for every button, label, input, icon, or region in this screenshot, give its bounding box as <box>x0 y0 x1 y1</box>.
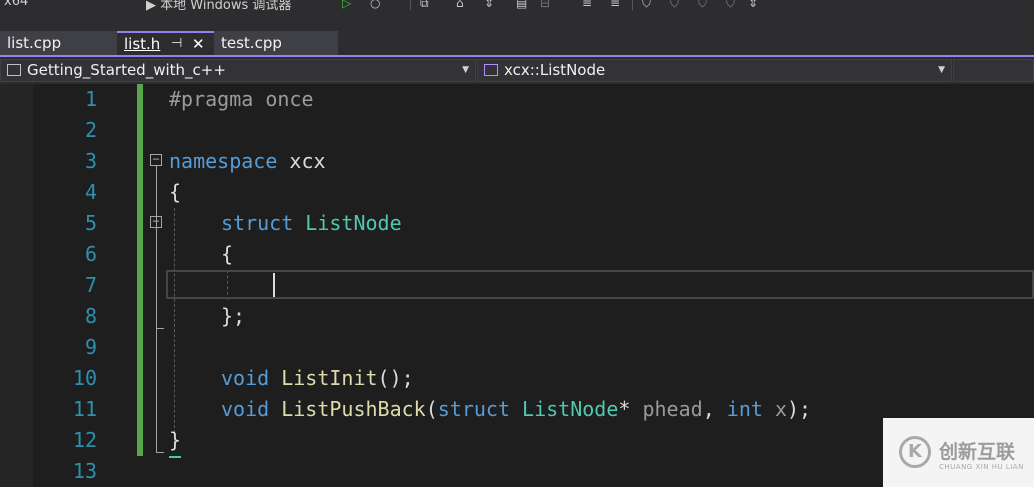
line-number: 11 <box>72 397 97 421</box>
preprocessor-directive: #pragma once <box>169 87 314 111</box>
watermark-text: 创新互联 <box>939 441 1016 463</box>
keyword: struct <box>221 211 294 235</box>
tab-label: list.h <box>124 35 161 53</box>
indent-icon[interactable]: ≡ <box>582 0 592 10</box>
line-number: 6 <box>84 242 97 266</box>
identifier: xcx <box>277 149 326 173</box>
line-number: 8 <box>84 304 97 328</box>
code-line-6[interactable]: 6 { <box>0 239 1034 270</box>
line-content: } <box>169 428 182 452</box>
toolbar-separator <box>410 0 411 10</box>
tab-test-cpp[interactable]: test.cpp <box>214 31 338 55</box>
watermark-logo-icon: K <box>899 436 931 468</box>
line-number: 7 <box>84 273 97 297</box>
code-line-4[interactable]: 4 { <box>0 177 1034 208</box>
keyword: void <box>221 366 270 390</box>
tab-label: list.cpp <box>7 34 62 52</box>
line-content: { <box>221 242 234 266</box>
code-editor[interactable]: − − 1 #pragma once 2 3 namespace xcx 4 {… <box>0 84 1034 487</box>
code-line-12[interactable]: 12 } <box>0 425 1034 456</box>
punctuation: (); <box>377 366 414 390</box>
code-line-11[interactable]: 11 void ListPushBack(struct ListNode* ph… <box>0 394 1034 425</box>
tab-list-cpp[interactable]: list.cpp <box>0 31 117 55</box>
line-number: 12 <box>72 428 97 452</box>
run-debugger-button[interactable]: ▶ 本地 Windows 调试器 <box>146 0 291 12</box>
line-content: void ListPushBack(struct ListNode* phead… <box>221 394 811 425</box>
line-content: { <box>169 180 182 204</box>
class-icon <box>484 64 498 76</box>
line-number: 10 <box>72 366 97 390</box>
keyword: void <box>221 397 270 421</box>
code-line-10[interactable]: 10 void ListInit(); <box>0 363 1034 394</box>
project-dropdown[interactable]: Getting_Started_with_c++ ▼ <box>0 59 476 82</box>
type-name: ListNode <box>510 397 619 421</box>
tab-list-h[interactable]: list.h ⊣ ✕ <box>117 31 214 55</box>
bookmark-clear-icon[interactable]: ⛉ <box>726 0 735 11</box>
code-line-2[interactable]: 2 <box>0 115 1034 146</box>
outdent-icon[interactable]: ≡ <box>610 0 620 10</box>
line-content: void ListInit(); <box>221 363 414 394</box>
document-tab-strip: list.cpp list.h ⊣ ✕ test.cpp <box>0 12 1034 56</box>
punctuation: ( <box>425 397 438 421</box>
keyword: int <box>726 397 763 421</box>
watermark: K 创新互联 CHUANG XIN HU LIAN <box>883 418 1034 487</box>
member-dropdown[interactable] <box>953 59 1034 82</box>
code-line-13[interactable]: 13 <box>0 456 1034 487</box>
run-icon[interactable]: ▷ <box>342 0 351 10</box>
parameter: phead <box>630 397 703 421</box>
function-name: ListPushBack <box>269 397 426 421</box>
punctuation: , <box>702 397 727 421</box>
home-icon[interactable]: ⌂ <box>456 0 464 10</box>
line-number: 3 <box>84 149 97 173</box>
watermark-subtext: CHUANG XIN HU LIAN <box>939 463 1024 471</box>
scope-dropdown-value: xcx::ListNode <box>504 61 606 79</box>
dropdown-icon[interactable]: ⇕ <box>484 0 494 10</box>
bookmark-icon[interactable]: ⛉ <box>642 0 651 11</box>
project-icon <box>7 64 21 76</box>
brace-match-underline <box>169 456 181 458</box>
chevron-down-icon: ▼ <box>938 65 945 75</box>
line-number: 2 <box>84 118 97 142</box>
navigation-bar: Getting_Started_with_c++ ▼ xcx::ListNode… <box>0 57 1034 84</box>
browse-icon[interactable]: ⧉ <box>420 0 429 11</box>
toolbar: x64 ▶ 本地 Windows 调试器 ▷ ○ ⧉ ⌂ ⇕ ▤ ⊟ ≡ ≡ ⛉… <box>0 0 1034 12</box>
line-number: 5 <box>84 211 97 235</box>
code-line-3[interactable]: 3 namespace xcx <box>0 146 1034 177</box>
toolbar-separator <box>632 0 633 10</box>
line-content: struct ListNode <box>221 208 402 239</box>
line-number: 9 <box>84 335 97 359</box>
tab-label: test.cpp <box>221 34 282 52</box>
keyword: struct <box>437 397 511 421</box>
line-content: }; <box>221 304 246 328</box>
bookmark-next-icon[interactable]: ⛉ <box>698 0 707 11</box>
config-dropdown[interactable]: x64 <box>4 0 28 9</box>
close-icon[interactable]: ✕ <box>192 33 205 55</box>
code-line-7[interactable]: 7 <box>0 270 1034 301</box>
line-content: #pragma once <box>169 84 314 115</box>
toolbar-overflow-icon[interactable]: ⇕ <box>748 0 758 10</box>
keyword: namespace <box>169 149 278 173</box>
punctuation: * <box>618 397 631 421</box>
type-name: ListNode <box>293 211 402 235</box>
code-line-5[interactable]: 5 struct ListNode <box>0 208 1034 239</box>
project-dropdown-value: Getting_Started_with_c++ <box>27 61 226 79</box>
text-caret <box>273 273 275 297</box>
code-line-8[interactable]: 8 }; <box>0 301 1034 332</box>
function-name: ListInit <box>269 366 378 390</box>
scope-dropdown[interactable]: xcx::ListNode ▼ <box>477 59 952 82</box>
chevron-down-icon: ▼ <box>462 65 469 75</box>
parameter: x <box>762 397 787 421</box>
stop-icon[interactable]: ○ <box>370 0 380 10</box>
outline-icon[interactable]: ⊟ <box>540 0 550 10</box>
line-number: 4 <box>84 180 97 204</box>
code-line-1[interactable]: 1 #pragma once <box>0 84 1034 115</box>
line-number: 13 <box>72 459 97 483</box>
line-number: 1 <box>84 87 97 111</box>
save-icon[interactable]: ▤ <box>516 0 527 10</box>
line-content: namespace xcx <box>169 146 326 177</box>
pin-icon[interactable]: ⊣ <box>171 33 182 55</box>
punctuation: ); <box>787 397 812 421</box>
code-line-9[interactable]: 9 <box>0 332 1034 363</box>
bookmark-prev-icon[interactable]: ⛉ <box>670 0 679 11</box>
